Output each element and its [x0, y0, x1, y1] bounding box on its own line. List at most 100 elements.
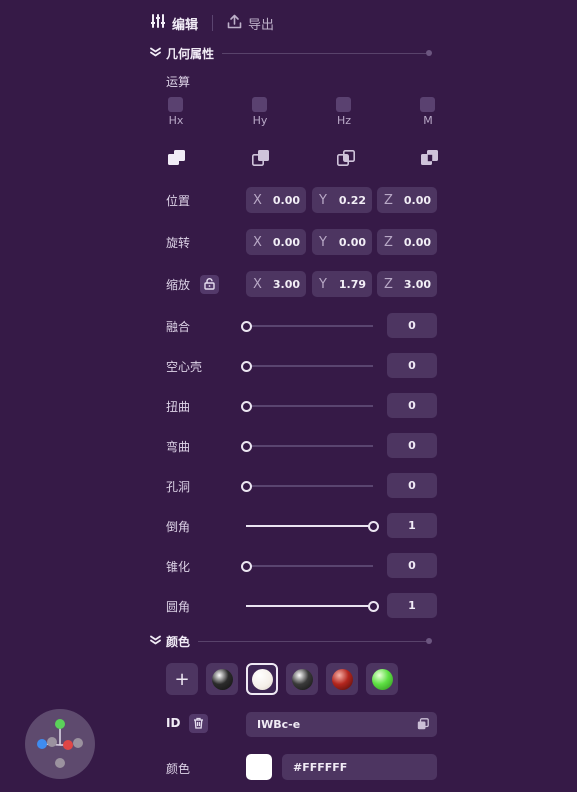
slider-value: 1 — [408, 599, 416, 612]
section-dot — [426, 50, 432, 56]
hex-color-field[interactable]: #FFFFFF — [282, 754, 437, 780]
scale-y-field[interactable]: Y 1.79 — [312, 271, 372, 297]
slider-handle[interactable] — [240, 400, 252, 412]
op-checkbox-hy[interactable] — [252, 97, 267, 112]
slider-value-input[interactable]: 0 — [387, 353, 437, 378]
id-field[interactable]: IWBc-e — [246, 712, 437, 737]
slider-handle[interactable] — [240, 320, 252, 332]
slider-value-input[interactable]: 1 — [387, 513, 437, 538]
position-x-value: 0.00 — [272, 193, 300, 207]
slider-value: 0 — [408, 359, 416, 372]
slider-label: 扭曲 — [166, 400, 191, 414]
color-label: 颜色 — [166, 762, 191, 776]
rotation-x-field[interactable]: X 0.00 — [246, 229, 306, 255]
geometry-section-header[interactable]: 几何属性 — [150, 45, 432, 61]
chevron-down-icon — [150, 635, 166, 648]
material-swatch-red[interactable] — [326, 663, 358, 695]
axis-y-label: Y — [319, 234, 327, 250]
axis-z-label: Z — [384, 276, 393, 292]
hex-value: #FFFFFF — [293, 760, 348, 774]
slider-value-input[interactable]: 0 — [387, 473, 437, 498]
slider-value-input[interactable]: 0 — [387, 313, 437, 338]
axis-x-label: X — [253, 234, 262, 250]
export-label: 导出 — [248, 17, 275, 33]
slider-value: 1 — [408, 519, 416, 532]
material-ball — [331, 668, 353, 690]
rotation-y-value: 0.00 — [338, 235, 366, 249]
slider-track[interactable] — [246, 485, 373, 487]
color-section-header[interactable]: 颜色 — [150, 633, 432, 649]
op-label-hy: Hy — [252, 114, 268, 127]
position-y-field[interactable]: Y 0.22 — [312, 187, 372, 213]
material-swatch-white[interactable] — [246, 663, 278, 695]
slider-handle[interactable] — [367, 600, 379, 612]
op-checkbox-hz[interactable] — [336, 97, 351, 112]
slider-handle[interactable] — [367, 520, 379, 532]
slider-label: 孔洞 — [166, 480, 191, 494]
subtract-icon[interactable] — [251, 148, 271, 168]
position-x-field[interactable]: X 0.00 — [246, 187, 306, 213]
material-ball — [251, 668, 273, 690]
toolbar: 编辑 导出 — [150, 12, 274, 34]
slider-handle[interactable] — [240, 480, 252, 492]
slider-label: 融合 — [166, 320, 191, 334]
copy-icon[interactable] — [417, 715, 429, 734]
slider-label: 圆角 — [166, 600, 191, 614]
add-material-button[interactable]: + — [166, 663, 198, 695]
material-swatch-green[interactable] — [366, 663, 398, 695]
material-swatch-dark-metal[interactable] — [206, 663, 238, 695]
axis-x-label: X — [253, 276, 262, 292]
scale-z-field[interactable]: Z 3.00 — [377, 271, 437, 297]
slider-value: 0 — [408, 399, 416, 412]
slider-track[interactable] — [246, 405, 373, 407]
axis-z-label: Z — [384, 234, 393, 250]
slider-value-input[interactable]: 0 — [387, 393, 437, 418]
scale-z-value: 3.00 — [403, 277, 431, 291]
slider-track[interactable] — [246, 445, 373, 447]
slider-handle[interactable] — [240, 360, 252, 372]
color-section-title: 颜色 — [166, 634, 191, 649]
material-ball — [211, 668, 233, 690]
section-dot — [426, 638, 432, 644]
op-checkbox-hx[interactable] — [168, 97, 183, 112]
union-icon[interactable] — [167, 148, 187, 168]
slider-fill — [246, 525, 373, 527]
scale-lock-button[interactable] — [200, 275, 219, 294]
material-ball — [291, 668, 313, 690]
trash-icon — [193, 714, 204, 733]
rotation-y-field[interactable]: Y 0.00 — [312, 229, 372, 255]
scale-x-value: 3.00 — [272, 277, 300, 291]
slider-track[interactable] — [246, 565, 373, 567]
slider-value-input[interactable]: 0 — [387, 553, 437, 578]
exclude-icon[interactable] — [420, 148, 440, 168]
material-ball — [371, 668, 393, 690]
position-z-field[interactable]: Z 0.00 — [377, 187, 437, 213]
slider-handle[interactable] — [240, 560, 252, 572]
scale-x-field[interactable]: X 3.00 — [246, 271, 306, 297]
slider-track[interactable] — [246, 525, 373, 527]
slider-handle[interactable] — [240, 440, 252, 452]
slider-track[interactable] — [246, 605, 373, 607]
lock-open-icon — [204, 275, 215, 294]
axis-y-label: Y — [319, 276, 327, 292]
slider-value-input[interactable]: 0 — [387, 433, 437, 458]
edit-tab[interactable]: 编辑 — [150, 14, 198, 33]
slider-track[interactable] — [246, 365, 373, 367]
op-checkbox-m[interactable] — [420, 97, 435, 112]
id-label: ID — [166, 716, 181, 730]
export-tab[interactable]: 导出 — [227, 14, 274, 33]
toolbar-divider — [212, 15, 214, 31]
view-gizmo[interactable] — [25, 709, 95, 779]
slider-value: 0 — [408, 479, 416, 492]
color-picker-swatch[interactable] — [246, 754, 272, 780]
material-swatch-dark-gray[interactable] — [286, 663, 318, 695]
sliders-icon — [150, 14, 166, 32]
slider-fill — [246, 605, 373, 607]
slider-track[interactable] — [246, 325, 373, 327]
rotation-z-field[interactable]: Z 0.00 — [377, 229, 437, 255]
slider-value-input[interactable]: 1 — [387, 593, 437, 618]
intersect-icon[interactable] — [336, 148, 356, 168]
edit-label: 编辑 — [172, 17, 199, 33]
delete-button[interactable] — [189, 714, 208, 733]
upload-icon — [227, 14, 242, 33]
